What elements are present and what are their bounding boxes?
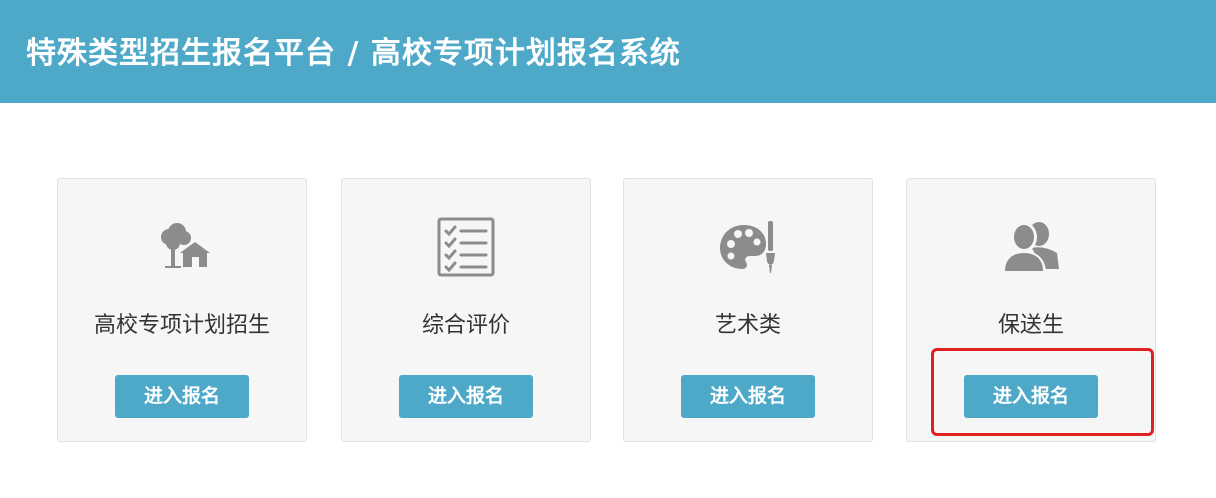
card-special-plan: 高校专项计划招生 进入报名	[57, 178, 307, 442]
card-label: 综合评价	[421, 313, 510, 338]
card-label: 保送生	[997, 313, 1064, 338]
enroll-button-arts[interactable]: 进入报名	[681, 375, 815, 418]
card-recommended-students: 保送生 进入报名	[906, 178, 1156, 442]
page-title: 特殊类型招生报名平台 / 高校专项计划报名系统	[26, 36, 681, 71]
header-bar: 特殊类型招生报名平台 / 高校专项计划报名系统	[0, 0, 1216, 103]
card-label: 高校专项计划招生	[93, 313, 270, 338]
card-arts: 艺术类 进入报名	[623, 178, 873, 442]
users-icon	[999, 215, 1063, 279]
checklist-icon	[434, 215, 498, 279]
enroll-button-special-plan[interactable]: 进入报名	[115, 375, 249, 418]
enroll-button-comprehensive-evaluation[interactable]: 进入报名	[399, 375, 533, 418]
enroll-button-recommended-students[interactable]: 进入报名	[964, 375, 1098, 418]
tree-house-icon	[150, 215, 214, 279]
card-label: 艺术类	[714, 313, 781, 338]
card-comprehensive-evaluation: 综合评价 进入报名	[341, 178, 591, 442]
palette-icon	[716, 215, 780, 279]
